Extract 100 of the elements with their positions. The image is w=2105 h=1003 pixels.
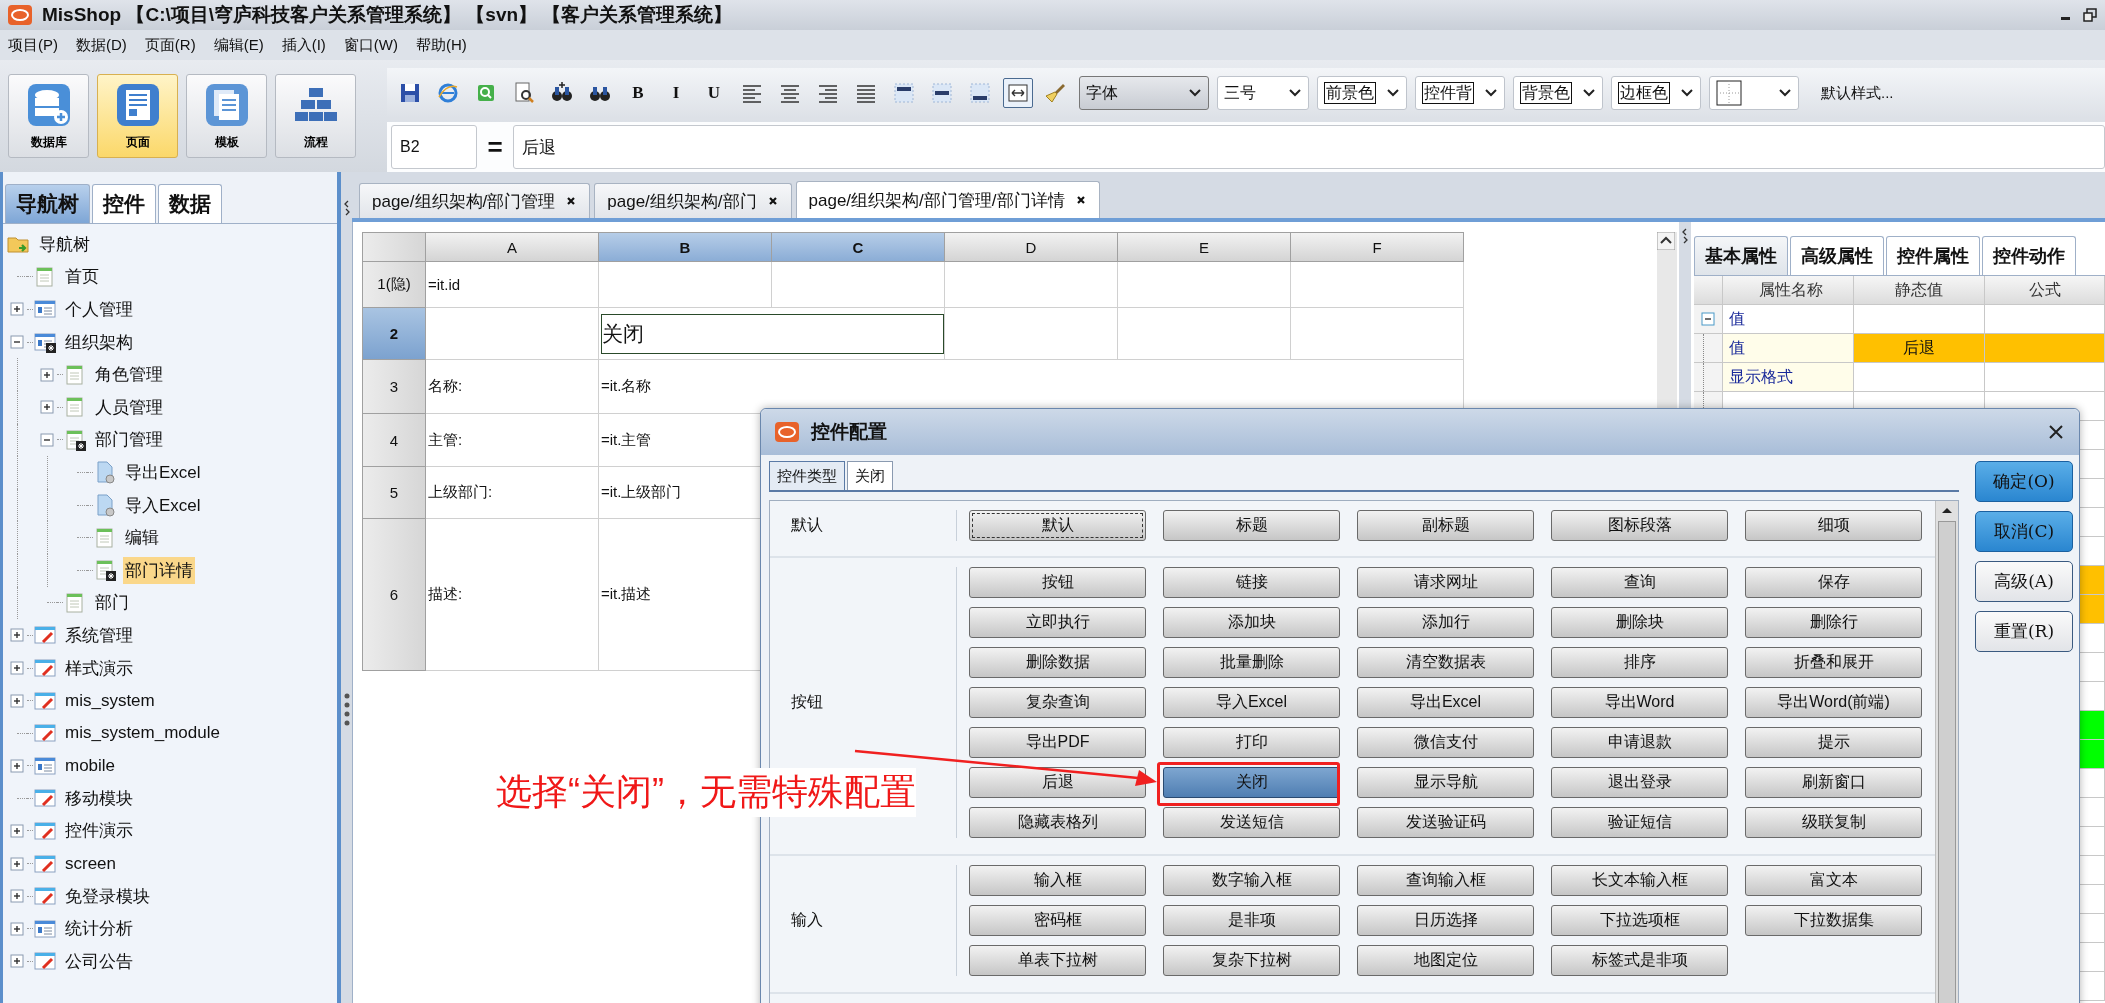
panel-tab[interactable]: 导航树 <box>5 184 90 223</box>
menu-item[interactable]: 页面(R) <box>144 35 196 55</box>
expand-icon[interactable] <box>10 921 24 936</box>
ribbon-button[interactable]: 数据库 <box>8 74 89 158</box>
control-type-button[interactable]: 关闭 <box>1163 767 1340 798</box>
row-header[interactable]: 3 <box>362 360 426 414</box>
tree-item[interactable]: mis_system_module <box>63 721 222 746</box>
collapse-icon[interactable] <box>1701 312 1715 326</box>
control-type-button[interactable]: 后退 <box>969 767 1146 798</box>
control-type-button[interactable]: 是非项 <box>1163 905 1340 936</box>
control-type-button[interactable]: 地图定位 <box>1357 945 1534 976</box>
control-type-button[interactable]: 下拉选项框 <box>1551 905 1728 936</box>
control-type-button[interactable]: 退出登录 <box>1551 767 1728 798</box>
property-tab[interactable]: 控件属性 <box>1886 236 1980 275</box>
tree-item[interactable]: mis_system <box>63 688 157 713</box>
format-button[interactable]: I <box>661 78 691 108</box>
property-tab[interactable]: 控件动作 <box>1982 236 2076 275</box>
control-type-button[interactable]: 副标题 <box>1357 510 1534 541</box>
close-icon[interactable] <box>565 195 578 207</box>
control-type-button[interactable]: 申请退款 <box>1551 727 1728 758</box>
close-icon[interactable] <box>1074 194 1087 206</box>
expand-icon[interactable] <box>10 824 24 838</box>
control-type-button[interactable]: 批量删除 <box>1163 647 1340 678</box>
row-header[interactable]: 2 <box>362 308 426 360</box>
tree-item[interactable]: 人员管理 <box>93 393 165 421</box>
control-type-button[interactable]: 添加行 <box>1357 607 1534 638</box>
control-type-button[interactable]: 单表下拉树 <box>969 945 1146 976</box>
expand-icon[interactable] <box>10 856 24 871</box>
column-header[interactable]: F <box>1291 232 1464 262</box>
tree-item[interactable]: 免登录模块 <box>63 882 152 910</box>
column-header[interactable]: C <box>772 232 945 262</box>
control-type-button[interactable]: 显示导航 <box>1357 767 1534 798</box>
tree-item[interactable]: 个人管理 <box>63 296 135 323</box>
expand-icon[interactable] <box>10 693 24 708</box>
control-type-button[interactable]: 保存 <box>1745 567 1922 598</box>
style-dropdown[interactable]: 前景色 <box>1317 76 1407 110</box>
default-style-link[interactable]: 默认样式... <box>1821 83 1894 103</box>
dialog-button[interactable]: 高级(A) <box>1975 561 2073 602</box>
tree-item[interactable]: 首页 <box>63 263 101 291</box>
control-type-button[interactable]: 日历选择 <box>1357 905 1534 936</box>
column-header[interactable]: E <box>1118 232 1291 262</box>
control-type-button[interactable]: 复杂下拉树 <box>1163 945 1340 976</box>
collapse-icon[interactable] <box>40 432 54 447</box>
tree-item[interactable]: mobile <box>63 753 118 778</box>
close-icon[interactable] <box>766 195 779 207</box>
dialog-button[interactable]: 重置(R) <box>1975 611 2073 652</box>
expand-icon[interactable] <box>10 889 24 904</box>
row-header[interactable]: 6 <box>362 519 426 671</box>
scroll-thumb[interactable] <box>1938 521 1956 1003</box>
property-tab[interactable]: 基本属性 <box>1694 236 1788 275</box>
control-type-button[interactable]: 导入Excel <box>1163 687 1340 718</box>
control-type-button[interactable]: 提示 <box>1745 727 1922 758</box>
scrollbar[interactable] <box>1935 501 1958 1003</box>
control-type-button[interactable]: 长文本输入框 <box>1551 865 1728 896</box>
control-type-button[interactable]: 发送验证码 <box>1357 807 1534 838</box>
style-dropdown[interactable] <box>1709 76 1799 110</box>
control-type-button[interactable]: 微信支付 <box>1357 727 1534 758</box>
scroll-up-icon[interactable] <box>1657 232 1675 250</box>
style-dropdown[interactable]: 边框色 <box>1611 76 1701 110</box>
menu-item[interactable]: 数据(D) <box>76 35 127 55</box>
control-type-button[interactable]: 导出Excel <box>1357 687 1534 718</box>
control-type-button[interactable]: 立即执行 <box>969 607 1146 638</box>
tree-item[interactable]: 部门 <box>93 589 131 617</box>
tree-item[interactable]: 公司公告 <box>63 947 135 975</box>
splitter-grip-icon[interactable] <box>342 692 351 728</box>
dialog-tab[interactable]: 关闭 <box>847 461 893 490</box>
control-type-button[interactable]: 输入框 <box>969 865 1146 896</box>
control-type-button[interactable]: 复杂查询 <box>969 687 1146 718</box>
tree-item[interactable]: 系统管理 <box>63 621 135 649</box>
document-tab[interactable]: page/组织架构/部门管理/部门详情 <box>795 181 1100 218</box>
control-type-button[interactable]: 细项 <box>1745 510 1922 541</box>
merge-cells-button[interactable] <box>1003 78 1033 108</box>
menu-item[interactable]: 编辑(E) <box>213 35 264 55</box>
control-type-button[interactable]: 导出PDF <box>969 727 1146 758</box>
format-button[interactable]: B <box>623 78 653 108</box>
style-dropdown[interactable]: 背景色 <box>1513 76 1603 110</box>
close-icon[interactable] <box>2047 423 2065 441</box>
tree-item[interactable]: screen <box>63 851 119 876</box>
column-header[interactable]: D <box>945 232 1118 262</box>
property-tab[interactable]: 高级属性 <box>1790 236 1884 275</box>
control-type-button[interactable]: 级联复制 <box>1745 807 1922 838</box>
control-type-button[interactable]: 图标段落 <box>1551 510 1728 541</box>
ribbon-button[interactable]: 流程 <box>275 74 356 158</box>
control-type-button[interactable]: 按钮 <box>969 567 1146 598</box>
expand-icon[interactable] <box>10 954 24 969</box>
tree-item[interactable]: 部门详情 <box>123 556 195 584</box>
collapse-icon[interactable] <box>10 335 24 350</box>
tree-item[interactable]: 移动模块 <box>63 784 135 812</box>
panel-tab[interactable]: 控件 <box>92 184 156 223</box>
expand-icon[interactable] <box>10 661 24 675</box>
dialog-button[interactable]: 取消(C) <box>1975 511 2073 552</box>
row-header[interactable]: 5 <box>362 467 426 519</box>
splitter-handle-icon[interactable] <box>342 200 351 216</box>
control-type-button[interactable]: 富文本 <box>1745 865 1922 896</box>
control-type-button[interactable]: 下拉数据集 <box>1745 905 1922 936</box>
control-type-button[interactable]: 折叠和展开 <box>1745 647 1922 678</box>
tree-item[interactable]: 样式演示 <box>63 654 135 682</box>
style-dropdown[interactable]: 字体 <box>1079 76 1209 110</box>
control-type-button[interactable]: 发送短信 <box>1163 807 1340 838</box>
tree-item[interactable]: 导航树 <box>37 230 92 258</box>
